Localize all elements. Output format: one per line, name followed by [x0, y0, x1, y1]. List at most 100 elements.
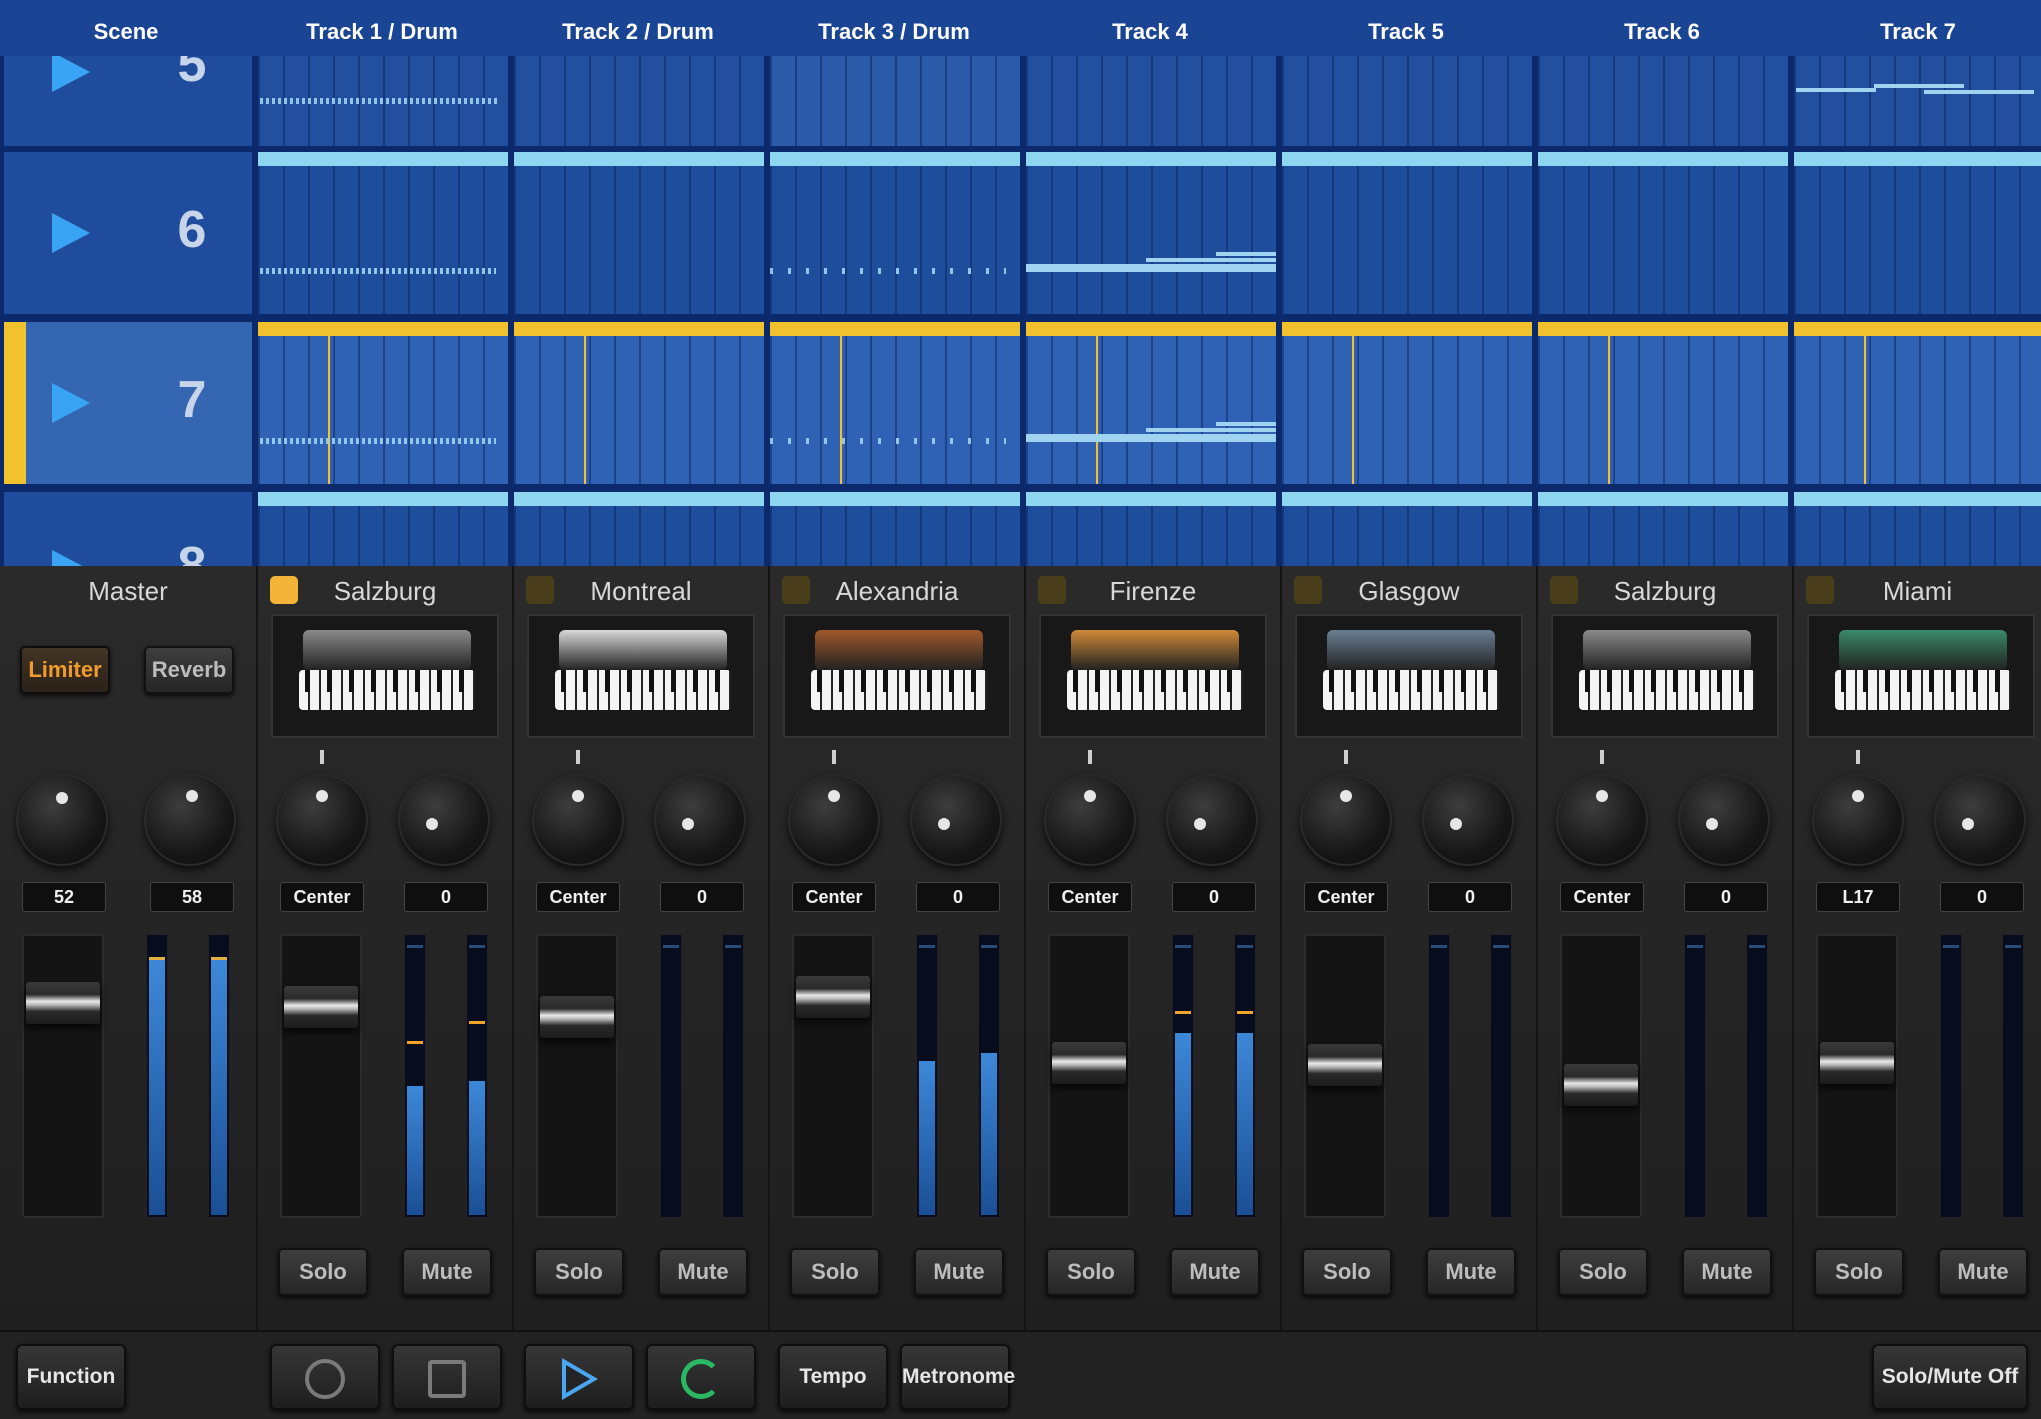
- instrument-thumbnail[interactable]: [1039, 614, 1267, 738]
- tempo-button[interactable]: Tempo: [778, 1344, 888, 1410]
- header-track-5[interactable]: Track 5: [1280, 0, 1532, 56]
- send-knob[interactable]: [398, 774, 490, 866]
- clip-t1-s7[interactable]: [258, 322, 508, 484]
- instrument-thumbnail[interactable]: [1807, 614, 2035, 738]
- fader-handle[interactable]: [284, 986, 358, 1028]
- clip-t6-s6[interactable]: [1538, 152, 1788, 314]
- mute-button[interactable]: Mute: [1426, 1248, 1516, 1296]
- mute-button[interactable]: Mute: [1170, 1248, 1260, 1296]
- play-icon[interactable]: [52, 56, 90, 92]
- instrument-thumbnail[interactable]: [1551, 614, 1779, 738]
- clip-t5-s7[interactable]: [1282, 322, 1532, 484]
- pan-knob[interactable]: [1812, 774, 1904, 866]
- pan-knob[interactable]: [1300, 774, 1392, 866]
- limiter-button[interactable]: Limiter: [20, 646, 110, 694]
- record-button[interactable]: [270, 1344, 380, 1410]
- send-knob[interactable]: [910, 774, 1002, 866]
- clip-t1-s8[interactable]: [258, 492, 508, 566]
- mute-button[interactable]: Mute: [402, 1248, 492, 1296]
- play-icon[interactable]: [52, 550, 90, 566]
- clip-t6-s5[interactable]: [1538, 56, 1788, 146]
- play-icon[interactable]: [52, 213, 90, 253]
- clip-t7-s8[interactable]: [1794, 492, 2041, 566]
- volume-fader[interactable]: [280, 934, 362, 1218]
- play-icon[interactable]: [52, 383, 90, 423]
- solo-button[interactable]: Solo: [1814, 1248, 1904, 1296]
- reverb-button[interactable]: Reverb: [144, 646, 234, 694]
- fader-handle[interactable]: [796, 976, 870, 1018]
- header-track-1[interactable]: Track 1 / Drum: [256, 0, 508, 56]
- function-button[interactable]: Function: [16, 1344, 126, 1410]
- master-fader[interactable]: [22, 934, 104, 1218]
- master-knob-left[interactable]: [16, 774, 108, 866]
- master-knob-right[interactable]: [144, 774, 236, 866]
- clip-t6-s7[interactable]: [1538, 322, 1788, 484]
- pan-knob[interactable]: [788, 774, 880, 866]
- loop-button[interactable]: [646, 1344, 756, 1410]
- clip-t5-s6[interactable]: [1282, 152, 1532, 314]
- volume-fader[interactable]: [1304, 934, 1386, 1218]
- clip-t2-s7[interactable]: [514, 322, 764, 484]
- scene-cell-5[interactable]: 5: [4, 56, 252, 146]
- scene-cell-8[interactable]: 8: [4, 492, 252, 566]
- fader-handle[interactable]: [1820, 1042, 1894, 1084]
- instrument-thumbnail[interactable]: [271, 614, 499, 738]
- instrument-thumbnail[interactable]: [1295, 614, 1523, 738]
- clip-t6-s8[interactable]: [1538, 492, 1788, 566]
- clip-t3-s6[interactable]: [770, 152, 1020, 314]
- send-knob[interactable]: [1678, 774, 1770, 866]
- instrument-thumbnail[interactable]: [783, 614, 1011, 738]
- pan-knob[interactable]: [1044, 774, 1136, 866]
- clip-t3-s5[interactable]: [770, 56, 1020, 146]
- clip-t7-s5[interactable]: [1794, 56, 2041, 146]
- mute-button[interactable]: Mute: [1682, 1248, 1772, 1296]
- volume-fader[interactable]: [1048, 934, 1130, 1218]
- pan-knob[interactable]: [532, 774, 624, 866]
- volume-fader[interactable]: [1560, 934, 1642, 1218]
- solo-button[interactable]: Solo: [790, 1248, 880, 1296]
- solo-button[interactable]: Solo: [1558, 1248, 1648, 1296]
- instrument-thumbnail[interactable]: [527, 614, 755, 738]
- volume-fader[interactable]: [536, 934, 618, 1218]
- clip-t4-s7[interactable]: [1026, 322, 1276, 484]
- header-track-7[interactable]: Track 7: [1792, 0, 2041, 56]
- solo-button[interactable]: Solo: [278, 1248, 368, 1296]
- send-knob[interactable]: [1934, 774, 2026, 866]
- solo-button[interactable]: Solo: [1302, 1248, 1392, 1296]
- clip-t3-s8[interactable]: [770, 492, 1020, 566]
- send-knob[interactable]: [654, 774, 746, 866]
- scene-cell-6[interactable]: 6: [4, 152, 252, 314]
- clip-t2-s6[interactable]: [514, 152, 764, 314]
- clip-t7-s6[interactable]: [1794, 152, 2041, 314]
- play-button[interactable]: [524, 1344, 634, 1410]
- stop-button[interactable]: [392, 1344, 502, 1410]
- mute-button[interactable]: Mute: [658, 1248, 748, 1296]
- fader-handle[interactable]: [1052, 1042, 1126, 1084]
- solo-button[interactable]: Solo: [1046, 1248, 1136, 1296]
- fader-handle[interactable]: [1564, 1064, 1638, 1106]
- clip-t3-s7[interactable]: [770, 322, 1020, 484]
- pan-knob[interactable]: [1556, 774, 1648, 866]
- header-track-6[interactable]: Track 6: [1536, 0, 1788, 56]
- clip-t4-s6[interactable]: [1026, 152, 1276, 314]
- clip-t1-s6[interactable]: [258, 152, 508, 314]
- solo-button[interactable]: Solo: [534, 1248, 624, 1296]
- header-track-3[interactable]: Track 3 / Drum: [768, 0, 1020, 56]
- clip-t1-s5[interactable]: [258, 56, 508, 146]
- volume-fader[interactable]: [792, 934, 874, 1218]
- header-track-2[interactable]: Track 2 / Drum: [512, 0, 764, 56]
- scene-cell-7[interactable]: 7: [4, 322, 252, 484]
- clip-t5-s5[interactable]: [1282, 56, 1532, 146]
- fader-handle[interactable]: [26, 982, 100, 1024]
- header-track-4[interactable]: Track 4: [1024, 0, 1276, 56]
- clip-t7-s7[interactable]: [1794, 322, 2041, 484]
- clip-t4-s5[interactable]: [1026, 56, 1276, 146]
- clip-t5-s8[interactable]: [1282, 492, 1532, 566]
- metronome-button[interactable]: Metronome: [900, 1344, 1015, 1410]
- mute-button[interactable]: Mute: [1938, 1248, 2028, 1296]
- mute-button[interactable]: Mute: [914, 1248, 1004, 1296]
- clip-t2-s5[interactable]: [514, 56, 764, 146]
- solo-mute-off-button[interactable]: Solo/Mute Off: [1872, 1344, 2028, 1410]
- pan-knob[interactable]: [276, 774, 368, 866]
- send-knob[interactable]: [1422, 774, 1514, 866]
